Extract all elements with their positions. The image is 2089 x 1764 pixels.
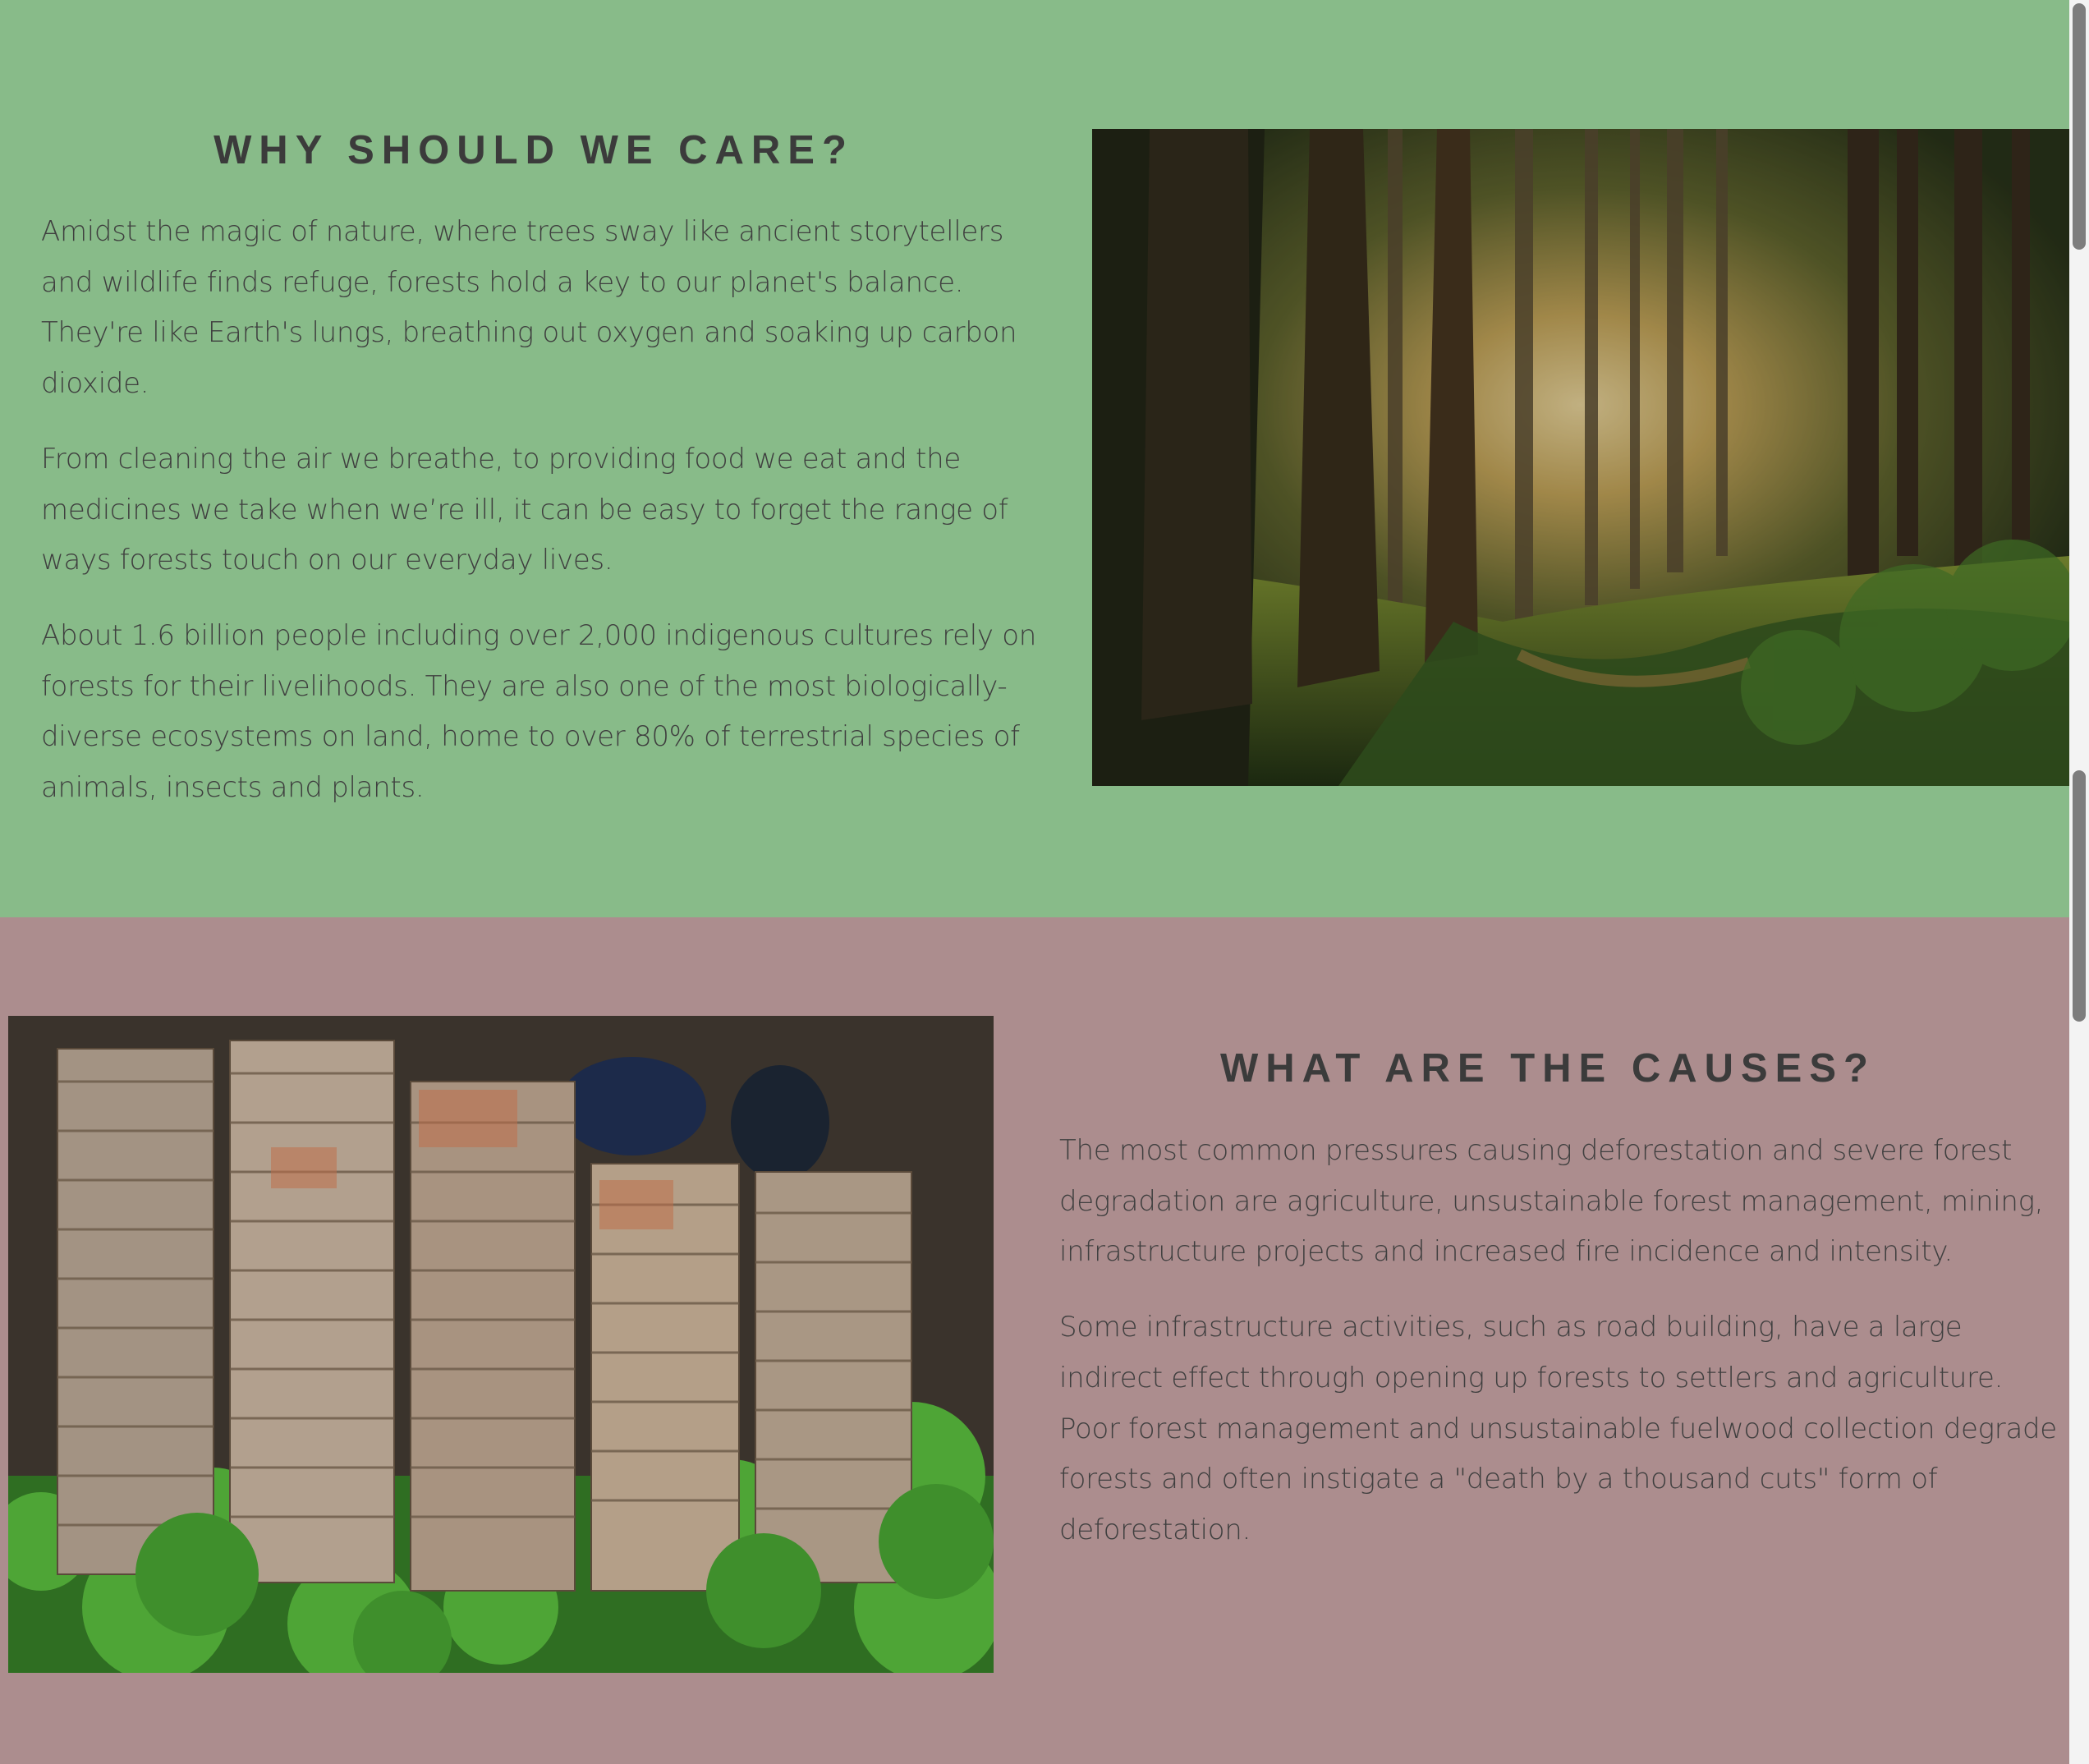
causes-paragraph-1: The most common pressures causing defore… xyxy=(1059,1134,2044,1269)
what-are-the-causes-section: WHAT ARE THE CAUSES? The most common pre… xyxy=(0,917,2069,1764)
why-should-we-care-section: WHY SHOULD WE CARE? Amidst the magic of … xyxy=(0,0,2069,917)
care-text: Amidst the magic of nature, where trees … xyxy=(41,207,1043,838)
page-scrollbar[interactable] xyxy=(2069,0,2089,1764)
logs-image xyxy=(8,1016,994,1673)
scrollbar-thumb-upper[interactable] xyxy=(2073,3,2086,250)
causes-text: The most common pressures causing defore… xyxy=(1059,1126,2057,1581)
causes-heading: WHAT ARE THE CAUSES? xyxy=(1220,1046,1876,1091)
care-paragraph-1: Amidst the magic of nature, where trees … xyxy=(41,215,1017,401)
care-paragraph-3: About 1.6 billion people including over … xyxy=(41,618,1037,805)
care-heading: WHY SHOULD WE CARE? xyxy=(213,128,854,172)
scrollbar-thumb-lower[interactable] xyxy=(2073,770,2086,1022)
causes-paragraph-2: Some infrastructure activities, such as … xyxy=(1059,1311,2057,1546)
care-paragraph-2: From cleaning the air we breathe, to pro… xyxy=(41,442,1008,577)
forest-image xyxy=(1092,129,2069,786)
